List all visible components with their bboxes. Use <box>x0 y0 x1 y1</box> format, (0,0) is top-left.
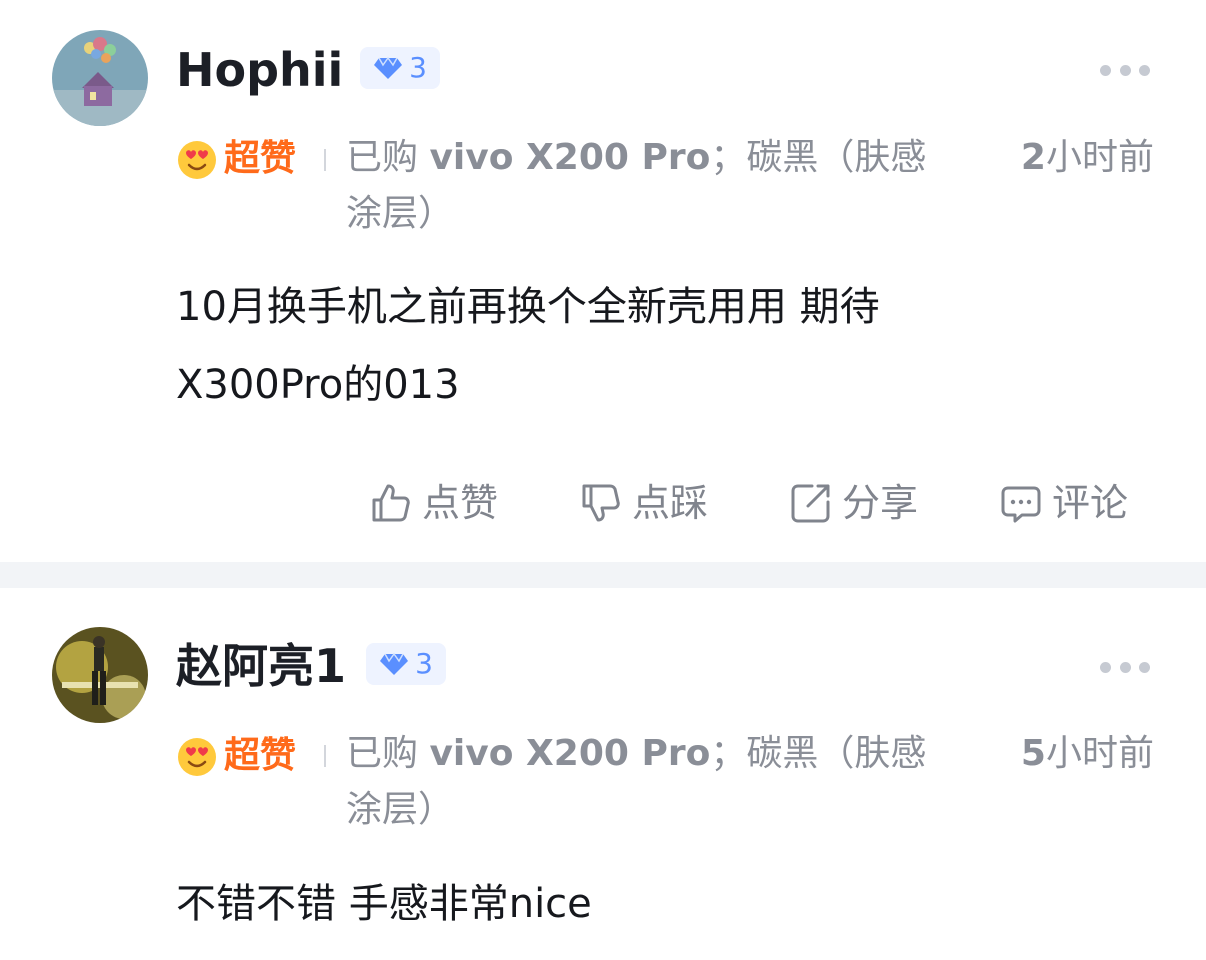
review-content-line: 10月换手机之前再换个全新壳用用 期待 <box>176 284 880 330</box>
review-card: Hophii 3 超赞 已购 vivo X200 Pro；碳黑（肤感涂层） 2小… <box>0 0 1206 562</box>
purchase-info: 已购 vivo X200 Pro；碳黑（肤感涂层） <box>346 130 946 242</box>
like-button[interactable]: 点赞 <box>368 480 498 526</box>
username[interactable]: 赵阿亮1 <box>176 643 346 689</box>
heart-eyes-emoji-icon <box>178 738 216 776</box>
thumbs-down-icon <box>582 484 620 522</box>
section-divider <box>0 562 1206 588</box>
level-badge: 3 <box>360 47 440 89</box>
avatar[interactable] <box>52 30 148 126</box>
post-time-number: 5 <box>1020 733 1046 774</box>
share-label: 分享 <box>842 481 919 525</box>
level-number: 3 <box>409 51 427 84</box>
heart-eyes-emoji-icon <box>178 141 216 179</box>
post-time-number: 2 <box>1020 137 1046 178</box>
dislike-button[interactable]: 点踩 <box>578 480 708 526</box>
review-card: 赵阿亮1 3 超赞 已购 vivo X200 Pro；碳黑（肤感涂层） 5小时前… <box>0 588 1206 960</box>
level-badge: 3 <box>366 643 446 685</box>
purchase-model: vivo X200 Pro <box>429 733 711 774</box>
more-options-button[interactable] <box>1100 63 1150 77</box>
comment-label: 评论 <box>1052 481 1129 525</box>
post-time-unit: 小时前 <box>1045 137 1154 178</box>
username[interactable]: Hophii <box>176 47 343 93</box>
review-content: 10月换手机之前再换个全新壳用用 期待 X300Pro的013 <box>176 268 1056 424</box>
like-label: 点赞 <box>422 481 499 525</box>
post-time-unit: 小时前 <box>1045 733 1154 774</box>
diamond-icon <box>374 56 403 79</box>
more-dots-icon <box>1100 661 1111 673</box>
purchase-prefix: 已购 <box>346 137 419 178</box>
share-button[interactable]: 分享 <box>788 480 918 526</box>
more-dots-icon <box>1100 64 1111 76</box>
review-content-line: X300Pro的013 <box>176 362 460 408</box>
divider <box>324 745 326 767</box>
more-options-button[interactable] <box>1100 660 1150 674</box>
review-content: 不错不错 手感非常nice <box>176 865 1056 943</box>
post-time: 2小时前 <box>1021 130 1154 186</box>
purchase-model: vivo X200 Pro <box>429 137 711 178</box>
action-bar: 点赞 点踩 分享 评论 <box>368 480 1128 526</box>
comment-icon <box>1001 486 1041 523</box>
avatar[interactable] <box>52 627 148 723</box>
rating-label: 超赞 <box>224 735 297 776</box>
purchase-prefix: 已购 <box>346 733 419 774</box>
comment-button[interactable]: 评论 <box>998 480 1128 526</box>
share-icon <box>791 484 830 523</box>
post-time: 5小时前 <box>1021 726 1154 782</box>
level-number: 3 <box>415 647 433 680</box>
diamond-icon <box>380 652 409 675</box>
dislike-label: 点踩 <box>632 481 709 525</box>
review-content-line: 不错不错 手感非常nice <box>176 881 592 927</box>
purchase-info: 已购 vivo X200 Pro；碳黑（肤感涂层） <box>346 726 946 838</box>
thumbs-up-icon <box>372 484 410 522</box>
divider <box>324 149 326 171</box>
rating-label: 超赞 <box>224 138 297 179</box>
